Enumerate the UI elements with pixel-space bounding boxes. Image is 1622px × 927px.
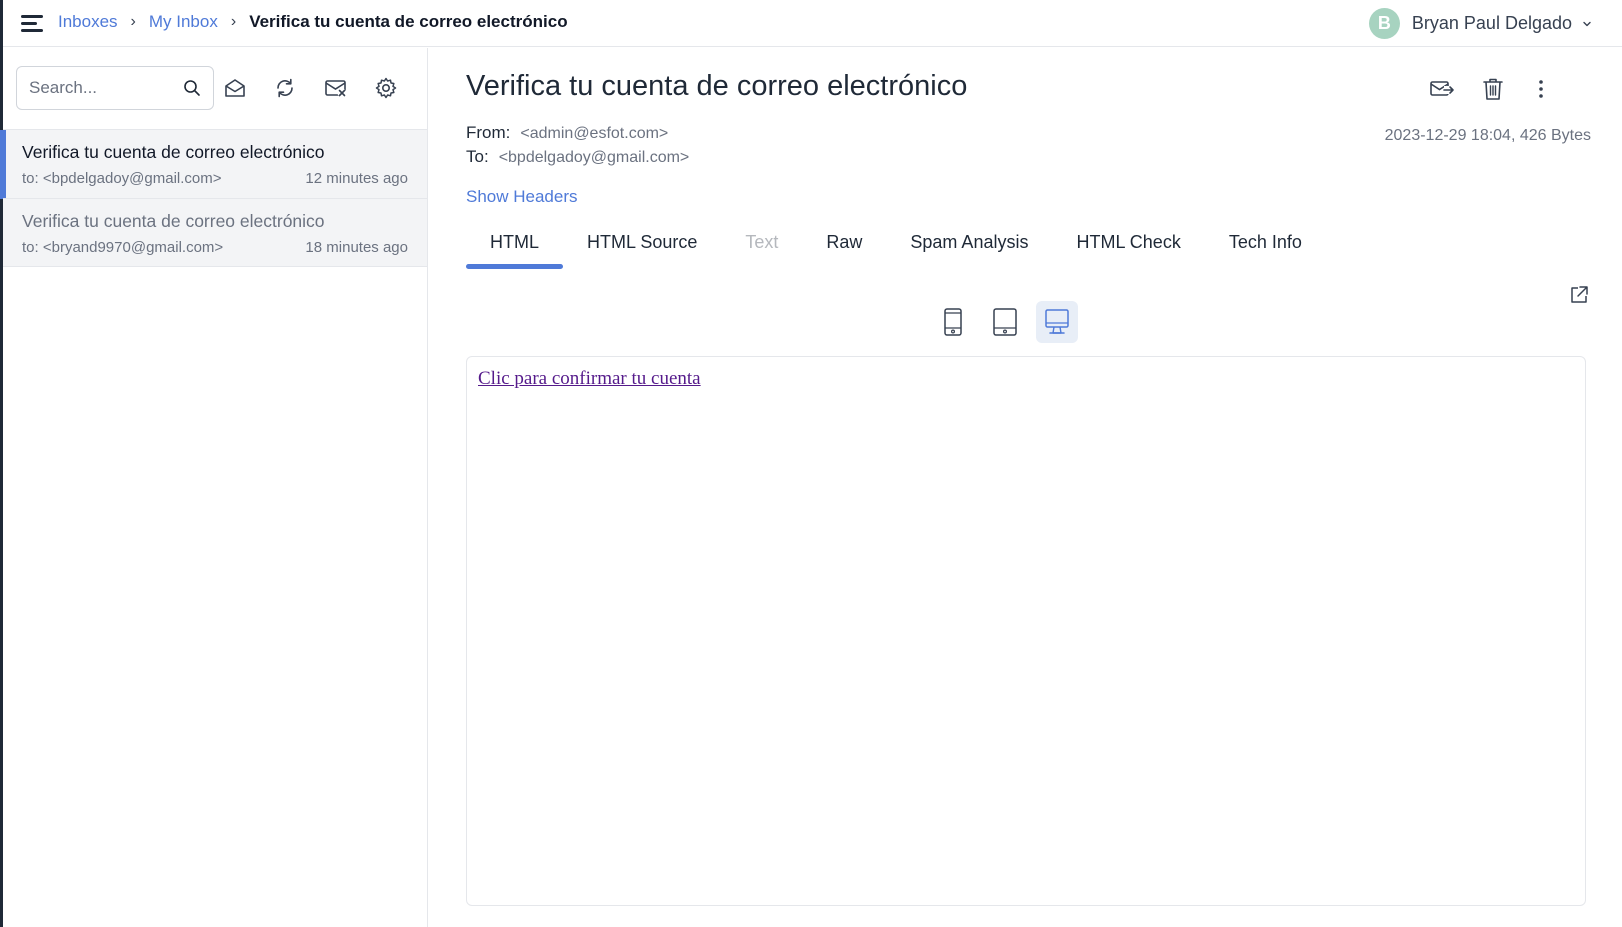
list-item[interactable]: Verifica tu cuenta de correo electrónico… [3,198,427,267]
message-subject: Verifica tu cuenta de correo electrónico [22,211,325,231]
user-menu[interactable]: B Bryan Paul Delgado [1368,8,1592,39]
tab-text: Text [745,232,779,252]
hamburger-menu-icon[interactable] [19,12,45,34]
from-row: From: <admin@esfot.com> [466,123,668,143]
phone-view-button[interactable] [932,301,974,343]
message-recipient: to: <bryand9970@gmail.com> [22,239,224,256]
from-address: <admin@esfot.com> [520,125,669,142]
open-external-icon[interactable] [1569,285,1589,305]
more-vertical-icon[interactable] [1528,76,1554,102]
message-time: 18 minutes ago [305,239,408,256]
breadcrumb-separator: › [130,13,136,30]
phone-icon [944,308,962,336]
search-icon[interactable] [183,79,201,97]
to-label: To: [466,147,489,166]
avatar: B [1368,8,1400,39]
tab-tech-info[interactable]: Tech Info [1205,220,1326,265]
chevron-down-icon [1583,21,1591,26]
search-input[interactable] [29,78,179,98]
to-row: To: <bpdelgadoy@gmail.com> [466,147,689,167]
forward-icon[interactable] [1429,76,1455,102]
tablet-view-button[interactable] [984,301,1026,343]
message-list: Verifica tu cuenta de correo electrónico… [0,129,427,267]
message-title: Verifica tu cuenta de correo electrónico [466,70,968,102]
settings-icon[interactable] [374,76,398,100]
message-time: 12 minutes ago [305,170,408,187]
user-name: Bryan Paul Delgado [1411,13,1572,33]
breadcrumb-current: Verifica tu cuenta de correo electrónico [249,12,568,31]
message-date-size: 2023-12-29 18:04, 426 Bytes [1384,127,1591,144]
desktop-view-button[interactable] [1036,301,1078,343]
desktop-icon [1045,309,1069,334]
sidebar: Verifica tu cuenta de correo electrónico… [0,48,428,927]
view-tabs: HTML HTML Source Text Raw Spam Analysis … [466,220,1326,269]
tab-html-check[interactable]: HTML Check [1052,220,1204,265]
message-subject: Verifica tu cuenta de correo electrónico [22,142,325,162]
clear-inbox-icon[interactable] [324,76,348,100]
from-label: From: [466,123,511,142]
mark-read-icon[interactable] [223,76,247,100]
search-box [16,66,214,110]
tab-html[interactable]: HTML [466,220,563,269]
trash-icon[interactable] [1480,76,1506,102]
breadcrumb: Inboxes › My Inbox › Verifica tu cuenta … [58,12,568,32]
tab-spam-analysis[interactable]: Spam Analysis [886,220,1052,265]
top-bar: Inboxes › My Inbox › Verifica tu cuenta … [3,0,1622,47]
message-view: Verifica tu cuenta de correo electrónico… [429,48,1622,927]
tablet-icon [993,308,1017,336]
refresh-icon[interactable] [273,76,297,100]
breadcrumb-my-inbox[interactable]: My Inbox [149,12,218,32]
breadcrumb-inboxes[interactable]: Inboxes [58,12,118,32]
email-preview-frame: Clic para confirmar tu cuenta [466,356,1586,906]
list-item[interactable]: Verifica tu cuenta de correo electrónico… [0,129,427,199]
confirm-account-link[interactable]: Clic para confirmar tu cuenta [478,368,701,390]
to-address: <bpdelgadoy@gmail.com> [498,149,690,166]
breadcrumb-separator: › [230,13,237,30]
tab-html-source[interactable]: HTML Source [563,220,721,265]
message-recipient: to: <bpdelgadoy@gmail.com> [22,170,222,187]
show-headers-link[interactable]: Show Headers [466,187,578,207]
tab-raw[interactable]: Raw [802,220,886,265]
